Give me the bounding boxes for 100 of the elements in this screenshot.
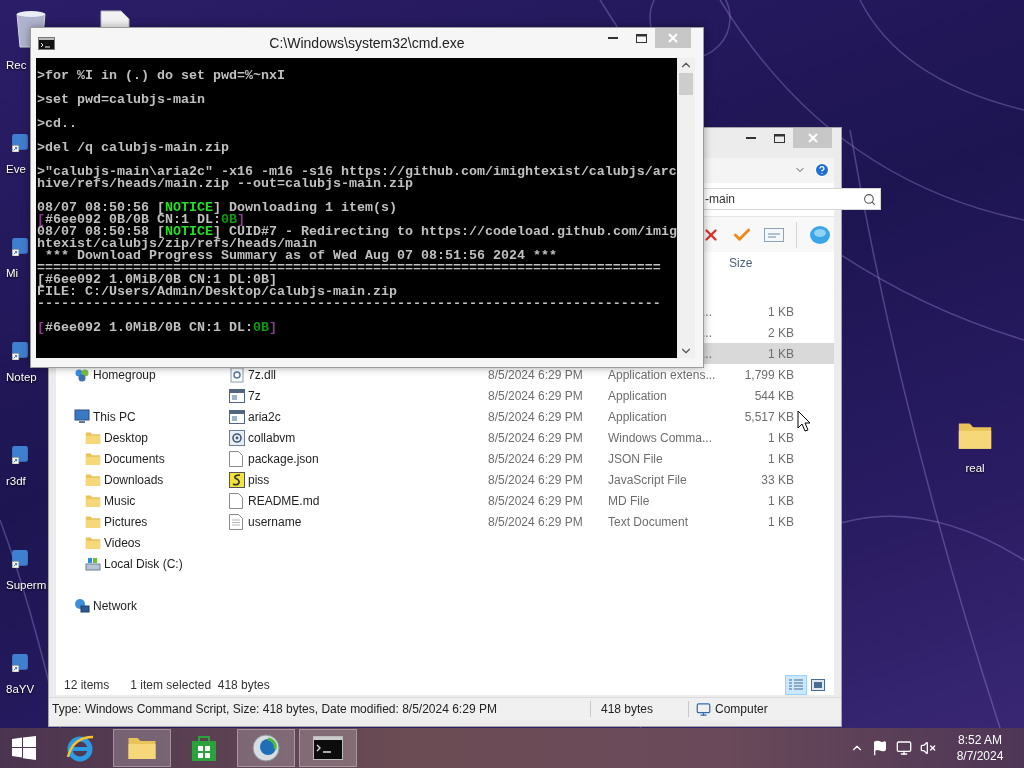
file-name[interactable]: aria2c bbox=[248, 409, 488, 424]
nav-label: Videos bbox=[104, 535, 141, 550]
blank-file-icon bbox=[229, 492, 243, 509]
nav-label: Music bbox=[104, 493, 136, 508]
text-file-icon bbox=[229, 513, 243, 530]
file-row[interactable]: ... 1 KB bbox=[702, 343, 834, 364]
console-line: >for %I in (.) do set pwd=%~nxI bbox=[37, 70, 286, 82]
desktop-icon-label[interactable]: r3df bbox=[6, 474, 26, 488]
file-size: 5,517 KB bbox=[743, 409, 794, 424]
computer-icon bbox=[74, 409, 90, 424]
item-count: 12 items bbox=[64, 677, 110, 692]
nav-item[interactable]: Documents bbox=[56, 448, 218, 469]
folder-icon bbox=[127, 735, 157, 761]
nav-label: Desktop bbox=[104, 430, 149, 445]
file-type: Application bbox=[608, 388, 668, 403]
folder-icon bbox=[85, 493, 101, 508]
file-name[interactable]: 7z bbox=[248, 388, 488, 403]
file-type: JavaScript File bbox=[608, 472, 688, 487]
desktop-icon-label[interactable]: real bbox=[965, 460, 985, 475]
status-text: Type: Windows Command Script, Size: 418 bytes, Date modified: 8/5/2024 6:29 PM bbox=[51, 702, 498, 716]
file-type: Application bbox=[608, 409, 668, 424]
file-row[interactable]: ... 2 KB bbox=[702, 322, 834, 344]
nav-item[interactable]: Local Disk (C:) bbox=[56, 553, 218, 574]
search-field[interactable]: -main bbox=[702, 188, 881, 211]
console-line: >"calubjs-main\aria2c" -x16 -m16 -s16 https://github.com/imightexist/calubjs/arc bbox=[37, 166, 677, 178]
console-app-icon bbox=[38, 36, 55, 50]
file-date: 8/5/2024 6:29 PM bbox=[488, 472, 584, 487]
nav-item[interactable]: Homegroup bbox=[56, 364, 218, 385]
file-type: Application extens... bbox=[608, 367, 717, 382]
folder-icon bbox=[85, 430, 101, 445]
shortcut-icon bbox=[12, 134, 28, 152]
speaker-muted-icon[interactable] bbox=[920, 740, 936, 756]
file-row[interactable]: ... 1 KB bbox=[702, 301, 834, 323]
console-line: [#6ee092 1.0MiB/0B CN:1 DL:0B] bbox=[37, 274, 277, 286]
status-size: 418 bytes bbox=[600, 702, 655, 716]
file-name[interactable]: README.md bbox=[248, 493, 488, 508]
file-date: 8/5/2024 6:29 PM bbox=[488, 514, 584, 529]
homegroup-icon bbox=[74, 367, 90, 382]
file-date: 8/5/2024 6:29 PM bbox=[488, 388, 584, 403]
desktop-icon-label[interactable]: Eve bbox=[6, 162, 26, 176]
drive-icon bbox=[85, 556, 101, 571]
file-size: 544 KB bbox=[753, 388, 794, 403]
file-name[interactable]: 7z.dll bbox=[248, 367, 488, 382]
desktop-icon-label[interactable]: Notep bbox=[6, 370, 37, 384]
file-size: 1 KB bbox=[767, 451, 794, 466]
nav-item[interactable]: Pictures bbox=[56, 511, 218, 532]
blank-file-icon bbox=[229, 450, 243, 467]
nav-item[interactable]: Videos bbox=[56, 532, 218, 553]
nav-label: Homegroup bbox=[93, 367, 156, 382]
scroll-thumb[interactable] bbox=[679, 73, 693, 95]
nav-item[interactable]: Desktop bbox=[56, 427, 218, 448]
desktop-icon-label[interactable]: Superm bbox=[6, 578, 47, 592]
window-title: C:\Windows\system32\cmd.exe bbox=[269, 35, 465, 51]
gear-script-icon bbox=[229, 429, 245, 446]
desktop-icon-label[interactable]: Mi bbox=[6, 266, 19, 280]
file-size: 1 KB bbox=[767, 304, 794, 319]
nav-item[interactable]: Network bbox=[56, 595, 218, 616]
file-name[interactable]: package.json bbox=[248, 451, 488, 466]
pointer-icon bbox=[797, 410, 811, 432]
taskbar-app-button[interactable] bbox=[299, 729, 357, 767]
file-name[interactable]: username bbox=[248, 514, 488, 529]
nav-label: Pictures bbox=[104, 514, 148, 529]
nav-item[interactable]: This PC bbox=[56, 406, 218, 427]
column-header[interactable]: Size bbox=[728, 255, 794, 270]
file-type: Windows Comma... bbox=[608, 430, 714, 445]
nav-label: Network bbox=[93, 598, 137, 613]
nav-item[interactable]: Music bbox=[56, 490, 218, 511]
nav-label: Local Disk (C:) bbox=[104, 556, 183, 571]
selection-info: 1 item selected 418 bytes bbox=[130, 677, 270, 692]
globe-app-icon bbox=[251, 733, 281, 763]
window-file-icon bbox=[229, 388, 245, 403]
file-type: ... bbox=[702, 346, 713, 361]
clock-time: 8:52 AM bbox=[958, 732, 1002, 748]
file-type: MD File bbox=[608, 493, 651, 508]
flag-icon[interactable] bbox=[872, 740, 888, 756]
folder-icon bbox=[85, 472, 101, 487]
file-type: ... bbox=[702, 304, 713, 319]
network-icon[interactable] bbox=[896, 740, 912, 756]
nav-label: Downloads bbox=[104, 472, 164, 487]
folder-icon bbox=[85, 514, 101, 529]
desktop-icon-label[interactable]: Rec bbox=[6, 58, 27, 72]
console-line: >cd.. bbox=[37, 118, 78, 130]
sphere-icon[interactable] bbox=[809, 224, 831, 245]
folder-icon bbox=[85, 451, 101, 466]
help-icon[interactable] bbox=[814, 162, 830, 179]
file-size: 2 KB bbox=[767, 325, 794, 340]
file-name[interactable]: piss bbox=[248, 472, 488, 487]
file-size: 1 KB bbox=[767, 430, 794, 445]
console-line: >set pwd=calubjs-main bbox=[37, 94, 206, 106]
console-line: htexist/calubjs/zip/refs/heads/main bbox=[37, 238, 317, 250]
file-type: JSON File bbox=[608, 451, 664, 466]
windows-logo-icon bbox=[12, 736, 36, 760]
file-name[interactable]: collabvm bbox=[248, 430, 488, 445]
desktop-icon-label[interactable]: 8aYV bbox=[6, 682, 35, 696]
file-date: 8/5/2024 6:29 PM bbox=[488, 409, 584, 424]
clock[interactable]: 8:52 AM 8/7/2024 bbox=[954, 732, 1006, 764]
minimize-icon bbox=[746, 137, 756, 139]
nav-label: Documents bbox=[104, 451, 165, 466]
nav-item[interactable]: Downloads bbox=[56, 469, 218, 490]
shortcut-icon bbox=[12, 238, 28, 256]
